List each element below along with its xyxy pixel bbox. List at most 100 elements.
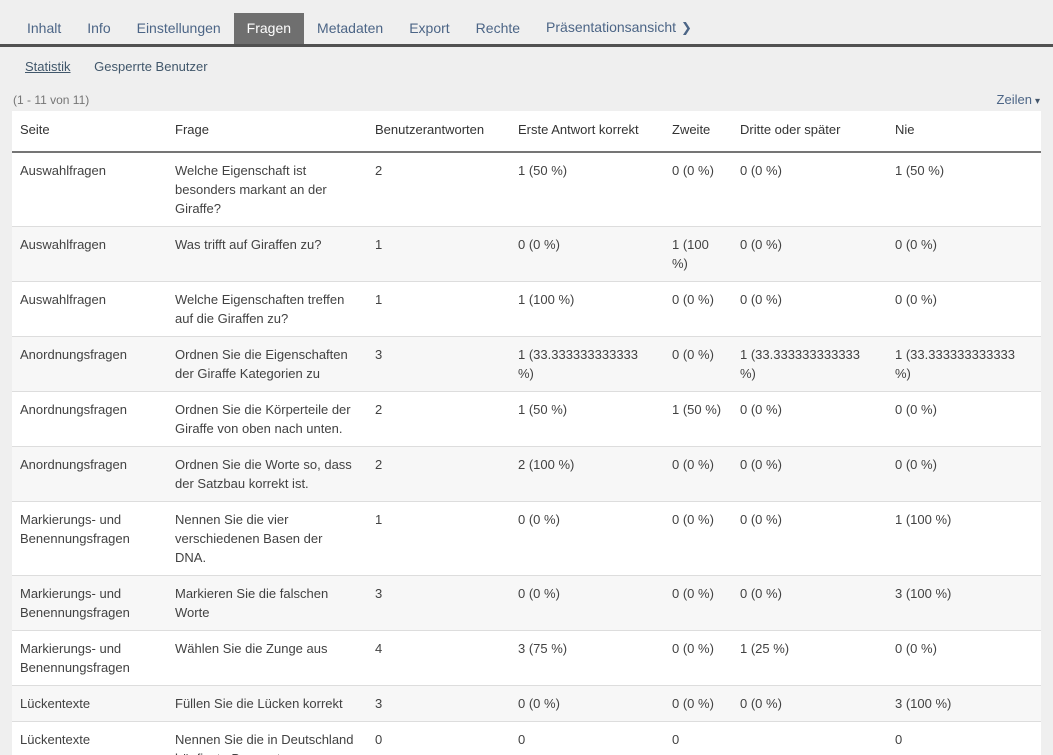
- table-cell: 2: [367, 392, 510, 447]
- table-row: AnordnungsfragenOrdnen Sie die Worte so,…: [12, 447, 1041, 502]
- table-cell: 0 (0 %): [510, 576, 664, 631]
- table-cell: Markierungs- und Benennungsfragen: [12, 502, 167, 576]
- table-cell: 0 (0 %): [732, 447, 887, 502]
- table-cell: 0 (0 %): [732, 152, 887, 227]
- table-cell: 1 (50 %): [510, 392, 664, 447]
- table-cell: 1 (50 %): [510, 152, 664, 227]
- table-cell: 0 (0 %): [732, 392, 887, 447]
- table-cell: Anordnungsfragen: [12, 337, 167, 392]
- table-cell: 3 (75 %): [510, 631, 664, 686]
- table-cell: Füllen Sie die Lücken korrekt: [167, 686, 367, 722]
- table-cell: 1: [367, 502, 510, 576]
- table-cell: 2: [367, 152, 510, 227]
- sub-tab-bar: Statistik Gesperrte Benutzer: [0, 47, 1053, 80]
- rows-dropdown[interactable]: Zeilen▾: [997, 92, 1040, 107]
- table-cell: Auswahlfragen: [12, 227, 167, 282]
- table-cell: 1 (25 %): [732, 631, 887, 686]
- table-cell: 1 (50 %): [664, 392, 732, 447]
- table-cell: 0 (0 %): [664, 686, 732, 722]
- column-header-benutzerantworten: Benutzerantworten: [367, 111, 510, 152]
- table-cell: 1 (100 %): [887, 502, 1041, 576]
- column-header-frage: Frage: [167, 111, 367, 152]
- table-row: AnordnungsfragenOrdnen Sie die Körpertei…: [12, 392, 1041, 447]
- column-header-erste-antwort-korrekt: Erste Antwort korrekt: [510, 111, 664, 152]
- table-cell: 0 (0 %): [510, 502, 664, 576]
- column-header-seite: Seite: [12, 111, 167, 152]
- table-cell: Was trifft auf Giraffen zu?: [167, 227, 367, 282]
- table-cell: Ordnen Sie die Eigenschaften der Giraffe…: [167, 337, 367, 392]
- table-cell: 0 (0 %): [732, 686, 887, 722]
- table-cell: 2 (100 %): [510, 447, 664, 502]
- rows-dropdown-label: Zeilen: [997, 92, 1032, 107]
- table-cell: Ordnen Sie die Worte so, dass der Satzba…: [167, 447, 367, 502]
- table-cell: 0 (0 %): [887, 227, 1041, 282]
- table-cell: [732, 722, 887, 755]
- tab-inhalt[interactable]: Inhalt: [14, 13, 74, 44]
- table-cell: 0 (0 %): [887, 392, 1041, 447]
- table-cell: 3 (100 %): [887, 686, 1041, 722]
- table-cell: 0 (0 %): [887, 282, 1041, 337]
- table-cell: Anordnungsfragen: [12, 392, 167, 447]
- table-row: Markierungs- und BenennungsfragenMarkier…: [12, 576, 1041, 631]
- chevron-right-icon: ❯: [681, 20, 692, 35]
- tab-rechte[interactable]: Rechte: [463, 13, 533, 44]
- table-cell: 0 (0 %): [887, 631, 1041, 686]
- table-row: AnordnungsfragenOrdnen Sie die Eigenscha…: [12, 337, 1041, 392]
- statistics-table: Seite Frage Benutzerantworten Erste Antw…: [12, 111, 1041, 755]
- table-cell: 0 (0 %): [664, 502, 732, 576]
- table-cell: 0 (0 %): [887, 447, 1041, 502]
- table-cell: Markierungs- und Benennungsfragen: [12, 576, 167, 631]
- tab-praesentationsansicht-label: Präsentationsansicht: [546, 19, 676, 35]
- table-cell: 0 (0 %): [732, 282, 887, 337]
- table-cell: 0 (0 %): [732, 502, 887, 576]
- subtab-gesperrte-benutzer[interactable]: Gesperrte Benutzer: [94, 59, 207, 74]
- tab-einstellungen[interactable]: Einstellungen: [124, 13, 234, 44]
- table-row: LückentexteFüllen Sie die Lücken korrekt…: [12, 686, 1041, 722]
- subtab-statistik[interactable]: Statistik: [25, 59, 71, 74]
- table-cell: 1 (33.333333333333 %): [510, 337, 664, 392]
- tab-metadaten[interactable]: Metadaten: [304, 13, 396, 44]
- tab-fragen[interactable]: Fragen: [234, 13, 304, 44]
- column-header-zweite: Zweite: [664, 111, 732, 152]
- tab-export[interactable]: Export: [396, 13, 462, 44]
- table-cell: Wählen Sie die Zunge aus: [167, 631, 367, 686]
- table-row: LückentexteNennen Sie die in Deutschland…: [12, 722, 1041, 755]
- table-cell: 1: [367, 227, 510, 282]
- column-header-dritte-oder-spaeter: Dritte oder später: [732, 111, 887, 152]
- table-cell: 0 (0 %): [664, 337, 732, 392]
- tab-praesentationsansicht[interactable]: Präsentationsansicht ❯: [533, 12, 705, 44]
- table-cell: 3: [367, 576, 510, 631]
- table-cell: 1 (33.333333333333 %): [732, 337, 887, 392]
- table-cell: 3 (100 %): [887, 576, 1041, 631]
- pagination-top: (1 - 11 von 11): [13, 93, 89, 107]
- table-cell: 0 (0 %): [732, 576, 887, 631]
- table-cell: Ordnen Sie die Körperteile der Giraffe v…: [167, 392, 367, 447]
- table-cell: 1 (100 %): [664, 227, 732, 282]
- table-cell: Lückentexte: [12, 722, 167, 755]
- statistics-table-container: Seite Frage Benutzerantworten Erste Antw…: [12, 111, 1041, 755]
- tab-info[interactable]: Info: [74, 13, 123, 44]
- table-body: AuswahlfragenWelche Eigenschaft ist beso…: [12, 152, 1041, 755]
- table-cell: 0 (0 %): [510, 227, 664, 282]
- table-cell: 2: [367, 447, 510, 502]
- table-cell: Nennen Sie die vier verschiedenen Basen …: [167, 502, 367, 576]
- table-cell: 1 (50 %): [887, 152, 1041, 227]
- table-cell: Auswahlfragen: [12, 152, 167, 227]
- table-cell: 0: [367, 722, 510, 755]
- table-cell: 1 (33.333333333333 %): [887, 337, 1041, 392]
- table-cell: 0 (0 %): [732, 227, 887, 282]
- table-cell: 1: [367, 282, 510, 337]
- table-cell: Anordnungsfragen: [12, 447, 167, 502]
- table-cell: 4: [367, 631, 510, 686]
- table-cell: Lückentexte: [12, 686, 167, 722]
- main-tab-bar: Inhalt Info Einstellungen Fragen Metadat…: [0, 0, 1053, 47]
- table-cell: 0: [664, 722, 732, 755]
- column-header-nie: Nie: [887, 111, 1041, 152]
- chevron-down-icon: ▾: [1035, 96, 1040, 107]
- table-cell: 0 (0 %): [664, 282, 732, 337]
- table-cell: 0 (0 %): [664, 152, 732, 227]
- table-row: AuswahlfragenWelche Eigenschaften treffe…: [12, 282, 1041, 337]
- table-cell: Markierungs- und Benennungsfragen: [12, 631, 167, 686]
- table-cell: 3: [367, 337, 510, 392]
- table-cell: 0 (0 %): [664, 631, 732, 686]
